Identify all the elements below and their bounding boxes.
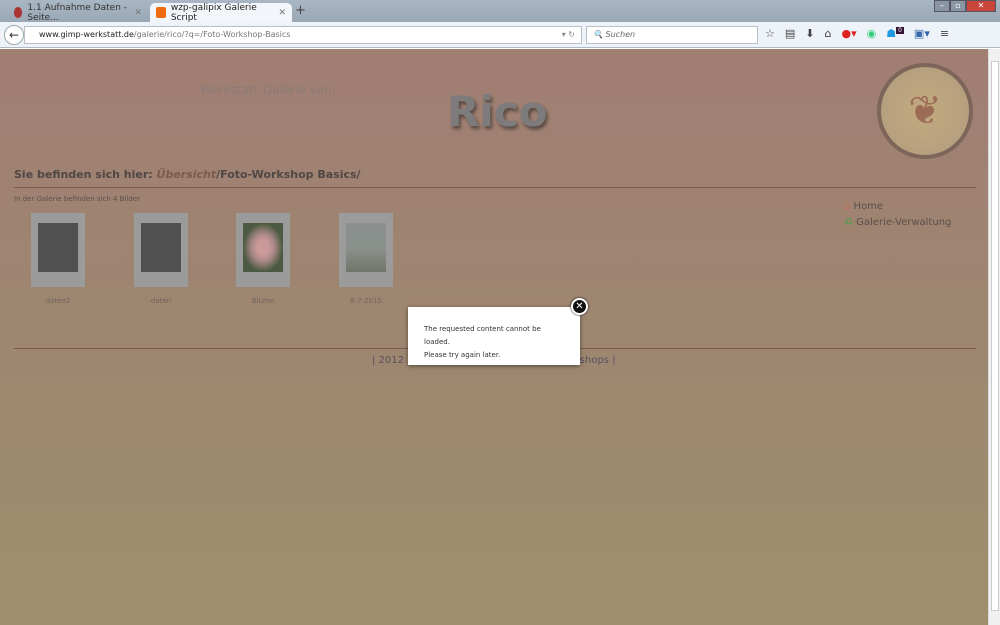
error-message: The requested content cannot be <box>424 325 541 333</box>
branch-logo-icon: ❦ <box>877 63 973 159</box>
tab-label: wzp-galipix Galerie Script <box>170 2 257 23</box>
url-domain: www.gimp-werkstatt.de <box>39 30 134 39</box>
close-icon[interactable]: ✕ <box>571 298 588 315</box>
ghostery-icon[interactable]: ☗ 0 <box>886 27 904 40</box>
divider <box>14 187 976 188</box>
breadcrumb-current: /Foto-Workshop Basics/ <box>216 168 361 181</box>
back-button[interactable]: ← <box>4 25 24 45</box>
nav-bar: ← www.gimp-werkstatt.de/galerie/rico/?q=… <box>0 22 1000 48</box>
sidenav-galerie-verwaltung[interactable]: ♻ Galerie-Verwaltung <box>844 215 951 231</box>
gallery-subtitle: Werkstatt-Galerie von: <box>200 83 336 97</box>
home-icon: ⌂ <box>844 201 851 212</box>
title-bar: 1.1 Aufnahme Daten - Seite... ✕ wzp-galip… <box>0 0 1000 23</box>
tab-galipix[interactable]: wzp-galipix Galerie Script ✕ <box>150 2 292 23</box>
breadcrumb: Sie befinden sich hier: Übersicht/Foto-W… <box>14 168 361 181</box>
menu-icon[interactable]: ≡ <box>940 27 949 40</box>
footer-text-left: | 2012 <box>372 355 404 366</box>
breadcrumb-overview-link[interactable]: Übersicht <box>157 168 217 181</box>
scrollbar[interactable] <box>988 49 1000 625</box>
search-input[interactable]: 🔍 Suchen <box>586 26 758 44</box>
site-favicon-icon <box>156 7 166 18</box>
side-nav: ⌂ Home ♻ Galerie-Verwaltung <box>844 199 951 231</box>
thumbnail-image <box>346 223 386 272</box>
recycle-icon: ♻ <box>844 217 853 228</box>
site-favicon-icon <box>14 7 23 18</box>
minimize-button[interactable]: – <box>934 0 950 12</box>
badge-count: 0 <box>896 27 904 35</box>
download-icon[interactable]: ⬇ <box>805 27 814 40</box>
thumbnail-image <box>141 223 181 272</box>
adblock-icon[interactable]: ●▾ <box>841 27 856 40</box>
close-window-button[interactable]: ✕ <box>966 0 996 12</box>
thumbnail-caption[interactable]: Blume <box>216 297 310 305</box>
bookmark-star-icon[interactable]: ☆ <box>765 27 775 40</box>
gallery-thumbnail[interactable]: daten <box>134 213 188 305</box>
sidenav-home[interactable]: ⌂ Home <box>844 199 951 215</box>
thumbnail-caption[interactable]: daten2 <box>11 297 105 305</box>
error-lightbox: The requested content cannot be loaded. … <box>408 307 580 365</box>
thumbnail-image <box>243 223 283 272</box>
sidenav-label: Home <box>853 201 884 212</box>
error-message: Please try again later. <box>424 351 501 359</box>
thumbnail-image <box>38 223 78 272</box>
new-tab-button[interactable]: + <box>295 3 306 18</box>
tab-label: 1.1 Aufnahme Daten - Seite... <box>27 2 128 23</box>
close-tab-icon[interactable]: ✕ <box>278 8 286 18</box>
gallery-thumbnail[interactable]: Blume <box>236 213 290 305</box>
gallery-owner-title: Rico <box>447 87 548 136</box>
url-path: /galerie/rico/?q=/Foto-Workshop-Basics <box>133 30 291 39</box>
scrollbar-thumb[interactable] <box>991 61 999 611</box>
gallery-thumbnail[interactable]: daten2 <box>31 213 85 305</box>
clipboard-icon[interactable]: ▤ <box>785 27 795 40</box>
close-tab-icon[interactable]: ✕ <box>134 8 142 18</box>
search-placeholder: Suchen <box>605 30 636 39</box>
restore-button[interactable]: ▫ <box>950 0 966 12</box>
extension-green-icon[interactable]: ◉ <box>867 27 877 40</box>
url-bar[interactable]: www.gimp-werkstatt.de/galerie/rico/?q=/F… <box>24 26 582 44</box>
home-icon[interactable]: ⌂ <box>825 27 832 40</box>
sidenav-label: Galerie-Verwaltung <box>856 217 952 228</box>
thumbnail-caption[interactable]: daten <box>114 297 208 305</box>
gallery-thumbnail[interactable]: 8-7-2015 <box>339 213 393 305</box>
error-message: loaded. <box>424 338 450 346</box>
footer-text-right: kshops | <box>574 355 616 366</box>
gallery-count: In der Galerie befinden sich 4 Bilder <box>14 195 141 203</box>
breadcrumb-prefix: Sie befinden sich hier: <box>14 168 157 181</box>
thumbnail-caption[interactable]: 8-7-2015 <box>319 297 413 305</box>
reload-icon[interactable]: ▾ ↻ <box>562 27 575 43</box>
extension-icon[interactable]: ▣▾ <box>914 27 930 40</box>
tab-aufnahme-daten[interactable]: 1.1 Aufnahme Daten - Seite... ✕ <box>8 2 148 23</box>
